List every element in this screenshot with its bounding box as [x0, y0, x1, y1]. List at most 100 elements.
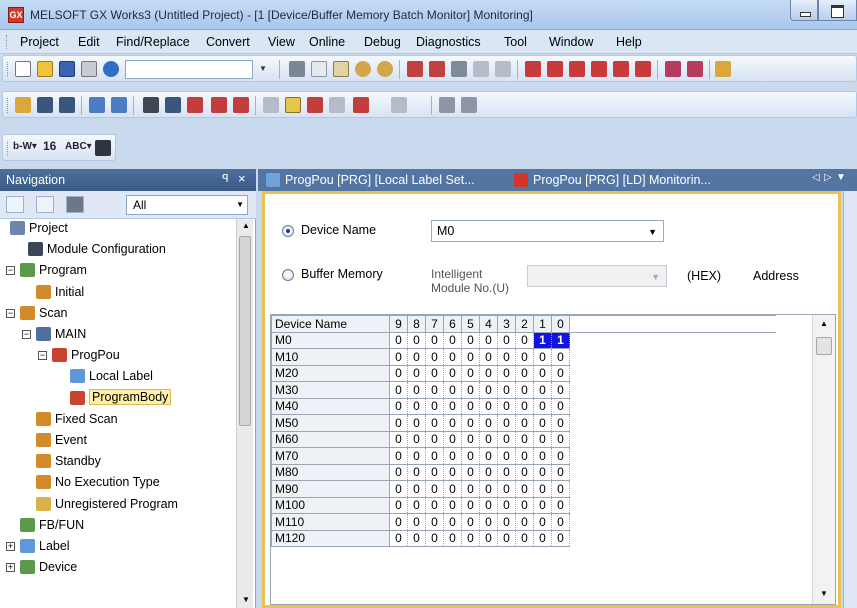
redo-icon[interactable] — [377, 61, 393, 77]
bit-cell[interactable]: 0 — [407, 348, 426, 366]
remote-op-icon[interactable] — [473, 61, 489, 77]
bit-cell[interactable]: 0 — [443, 463, 462, 481]
bit-cell[interactable]: 0 — [515, 397, 534, 415]
bit-cell[interactable]: 0 — [479, 447, 498, 465]
bit-cell[interactable]: 0 — [461, 348, 480, 366]
bit-cell[interactable]: 0 — [425, 447, 444, 465]
bit-cell[interactable]: 0 — [461, 463, 480, 481]
tab-local-label-setting[interactable]: ProgPou [PRG] [Local Label Set... — [260, 170, 500, 191]
bit-cell[interactable]: 0 — [497, 430, 516, 448]
bit-cell[interactable]: 0 — [533, 513, 552, 531]
bit-cell[interactable]: 0 — [479, 430, 498, 448]
bit-cell[interactable]: 0 — [515, 463, 534, 481]
print-icon[interactable] — [81, 61, 97, 77]
bit-cell[interactable]: 0 — [497, 397, 516, 415]
bit-cell[interactable]: 0 — [425, 348, 444, 366]
simulation-stop-icon[interactable] — [687, 61, 703, 77]
tree-item-label[interactable]: + Label — [0, 537, 236, 556]
table-row[interactable]: M110 0 0 0 0 0 0 0 0 0 0 — [271, 513, 776, 531]
output-window-icon[interactable] — [59, 97, 75, 113]
cut-icon[interactable] — [289, 61, 305, 77]
intelligent-module-select[interactable]: ▼ — [527, 265, 667, 287]
bit-cell[interactable]: 0 — [461, 381, 480, 399]
bit-cell[interactable]: 0 — [533, 381, 552, 399]
bit-cell[interactable]: 0 — [515, 529, 534, 547]
bit-cell[interactable]: 0 — [425, 529, 444, 547]
new-project-icon[interactable] — [15, 61, 31, 77]
tree-item-standby[interactable]: Standby — [0, 452, 236, 471]
bit-cell[interactable]: 0 — [551, 463, 570, 481]
collapse-icon[interactable]: − — [38, 351, 47, 361]
table-row[interactable]: M50 0 0 0 0 0 0 0 0 0 0 — [271, 414, 776, 432]
bit-cell[interactable]: 1 — [551, 331, 570, 349]
bit-cell[interactable]: 0 — [461, 529, 480, 547]
bit-cell[interactable]: 0 — [425, 397, 444, 415]
tree-item-device[interactable]: + Device — [0, 558, 236, 577]
bit-cell[interactable]: 0 — [425, 513, 444, 531]
bit-cell[interactable]: 0 — [551, 447, 570, 465]
bit-cell[interactable]: 0 — [479, 529, 498, 547]
bit-cell[interactable]: 0 — [533, 364, 552, 382]
device-name-cell[interactable]: M40 — [271, 397, 390, 415]
bit-cell[interactable]: 0 — [479, 513, 498, 531]
toolbar-grip[interactable] — [7, 141, 10, 156]
tree-item-scan[interactable]: − Scan — [0, 304, 236, 323]
column-header-bit[interactable]: 5 — [461, 315, 480, 333]
settings-gear-icon[interactable] — [66, 196, 84, 213]
device-monitor-icon[interactable] — [187, 97, 203, 113]
save-icon[interactable] — [59, 61, 75, 77]
open-project-icon[interactable] — [37, 61, 53, 77]
bit-cell[interactable]: 0 — [479, 414, 498, 432]
tree-item-fixed-scan[interactable]: Fixed Scan — [0, 410, 236, 429]
bit-cell[interactable]: 0 — [389, 381, 408, 399]
sampling-trace-icon[interactable] — [307, 97, 323, 113]
device-test-icon[interactable] — [211, 97, 227, 113]
menu-debug[interactable]: Debug — [364, 35, 401, 49]
menu-help[interactable]: Help — [616, 35, 642, 49]
diagnostics-icon[interactable] — [391, 97, 407, 113]
bit-cell[interactable]: 0 — [515, 331, 534, 349]
module-config-tool-icon[interactable] — [263, 97, 279, 113]
bit-cell[interactable]: 0 — [515, 348, 534, 366]
chevron-down-icon[interactable]: ▼ — [259, 64, 267, 73]
bit-cell[interactable]: 0 — [389, 447, 408, 465]
navigation-filter-select[interactable]: All ▼ — [126, 195, 248, 215]
bit-cell[interactable]: 0 — [461, 480, 480, 498]
read-plc-icon[interactable] — [407, 61, 423, 77]
bit-cell[interactable]: 0 — [479, 381, 498, 399]
device-name-cell[interactable]: M30 — [271, 381, 390, 399]
bit-cell[interactable]: 0 — [479, 348, 498, 366]
column-header-device-name[interactable]: Device Name — [271, 315, 390, 333]
bit-cell[interactable]: 0 — [533, 397, 552, 415]
binoculars-icon[interactable] — [143, 97, 159, 113]
device-name-input[interactable]: M0 ▼ — [431, 220, 664, 242]
column-icon[interactable] — [439, 97, 455, 113]
copy-icon[interactable] — [311, 61, 327, 77]
bit-cell[interactable]: 0 — [551, 414, 570, 432]
bit-cell[interactable]: 0 — [407, 463, 426, 481]
bit-cell[interactable]: 0 — [533, 496, 552, 514]
bit-cell[interactable]: 0 — [479, 397, 498, 415]
tree-item-programbody[interactable]: ProgramBody — [0, 388, 236, 408]
bit-cell[interactable]: 0 — [461, 430, 480, 448]
bit-cell[interactable]: 0 — [443, 447, 462, 465]
bit-cell[interactable]: 0 — [461, 364, 480, 382]
tree-item-no-execution-type[interactable]: No Execution Type — [0, 473, 236, 492]
bit-cell[interactable]: 0 — [515, 364, 534, 382]
collapse-icon[interactable]: − — [6, 308, 15, 318]
device-name-cell[interactable]: M70 — [271, 447, 390, 465]
device-name-cell[interactable]: M10 — [271, 348, 390, 366]
bit-cell[interactable]: 0 — [515, 447, 534, 465]
bit-cell[interactable]: 0 — [461, 331, 480, 349]
bit-cell[interactable]: 0 — [443, 364, 462, 382]
bit-cell[interactable]: 0 — [389, 513, 408, 531]
menu-edit[interactable]: Edit — [78, 35, 100, 49]
bit-cell[interactable]: 0 — [497, 513, 516, 531]
bit-cell[interactable]: 0 — [515, 381, 534, 399]
bit-cell[interactable]: 0 — [407, 381, 426, 399]
bit-cell[interactable]: 0 — [425, 381, 444, 399]
device-name-cell[interactable]: M100 — [271, 496, 390, 514]
tab-scroll-right-icon[interactable]: ▷ — [824, 172, 832, 183]
toolbar-grip[interactable] — [7, 62, 10, 77]
bit16-toggle[interactable]: 16 — [43, 139, 56, 153]
